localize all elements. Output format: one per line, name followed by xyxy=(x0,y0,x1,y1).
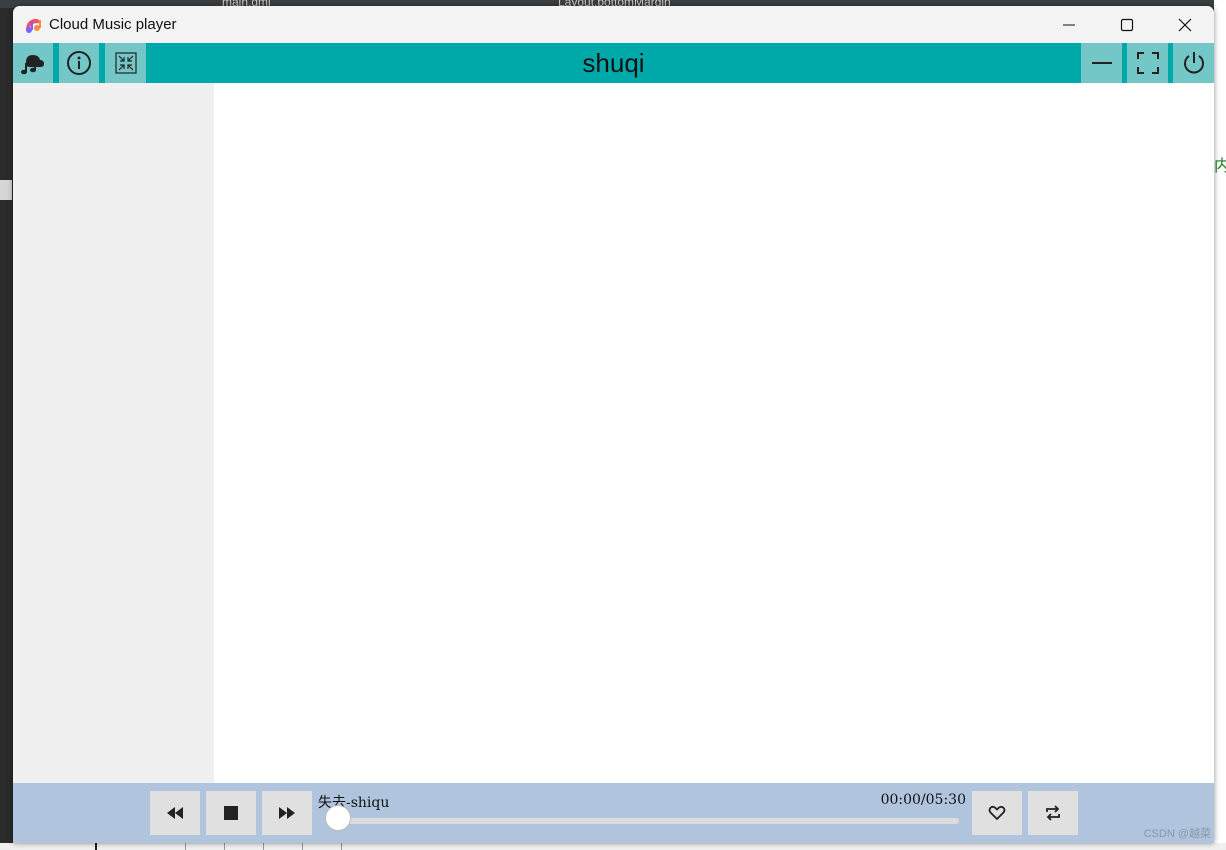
progress-slider[interactable] xyxy=(331,818,959,824)
app-fullscreen-button[interactable] xyxy=(1127,43,1168,83)
window-title: Cloud Music player xyxy=(49,16,177,33)
fullscreen-icon xyxy=(1136,52,1159,74)
sidebar xyxy=(13,83,214,783)
window-titlebar[interactable]: Cloud Music player xyxy=(13,6,1214,43)
background-editor-char: 内 xyxy=(1214,158,1226,175)
music-cloud-icon xyxy=(21,55,44,75)
background-segment xyxy=(341,843,342,850)
collapse-icon xyxy=(114,52,137,74)
background-segment xyxy=(263,843,264,850)
song-time: 00:00/05:30 xyxy=(880,792,966,808)
power-button[interactable] xyxy=(1173,43,1214,83)
main-content xyxy=(214,83,1214,783)
minimize-line-icon xyxy=(1091,62,1112,64)
next-icon xyxy=(279,807,295,819)
previous-icon xyxy=(167,807,183,819)
previous-button[interactable] xyxy=(150,791,200,835)
background-bottom-strip xyxy=(0,843,1226,850)
background-left-mark xyxy=(0,180,12,200)
background-segment xyxy=(302,843,303,850)
info-button[interactable] xyxy=(59,43,99,83)
heart-icon xyxy=(988,805,1006,820)
page-title: shuqi xyxy=(582,47,645,78)
window-minimize-button[interactable] xyxy=(1040,6,1098,43)
app-window: Cloud Music player shuqi 失去-shiqu 00:00/… xyxy=(13,6,1214,843)
app-minimize-button[interactable] xyxy=(1081,43,1122,83)
power-icon xyxy=(1183,52,1204,74)
repeat-icon xyxy=(1046,805,1060,821)
stop-icon xyxy=(224,806,238,820)
window-close-button[interactable] xyxy=(1156,6,1214,43)
music-cloud-button[interactable] xyxy=(13,43,53,83)
background-divider xyxy=(95,843,97,850)
watermark: CSDN @越菜 xyxy=(1143,828,1211,840)
background-segment xyxy=(185,843,186,850)
info-icon xyxy=(67,51,91,75)
background-segment xyxy=(224,843,225,850)
app-logo-icon xyxy=(23,15,43,35)
background-editor xyxy=(1214,0,1226,850)
repeat-button[interactable] xyxy=(1028,791,1078,835)
collapse-button[interactable] xyxy=(105,43,146,83)
maximize-icon xyxy=(1120,18,1134,31)
window-maximize-button[interactable] xyxy=(1098,6,1156,43)
player-bar: 失去-shiqu 00:00/05:30 CSDN @越菜 xyxy=(13,783,1214,843)
next-button[interactable] xyxy=(262,791,312,835)
app-toolbar: shuqi xyxy=(13,43,1214,83)
stop-button[interactable] xyxy=(206,791,256,835)
favorite-button[interactable] xyxy=(972,791,1022,835)
close-icon xyxy=(1178,18,1192,31)
minimize-icon xyxy=(1063,24,1075,25)
progress-handle[interactable] xyxy=(325,805,351,831)
